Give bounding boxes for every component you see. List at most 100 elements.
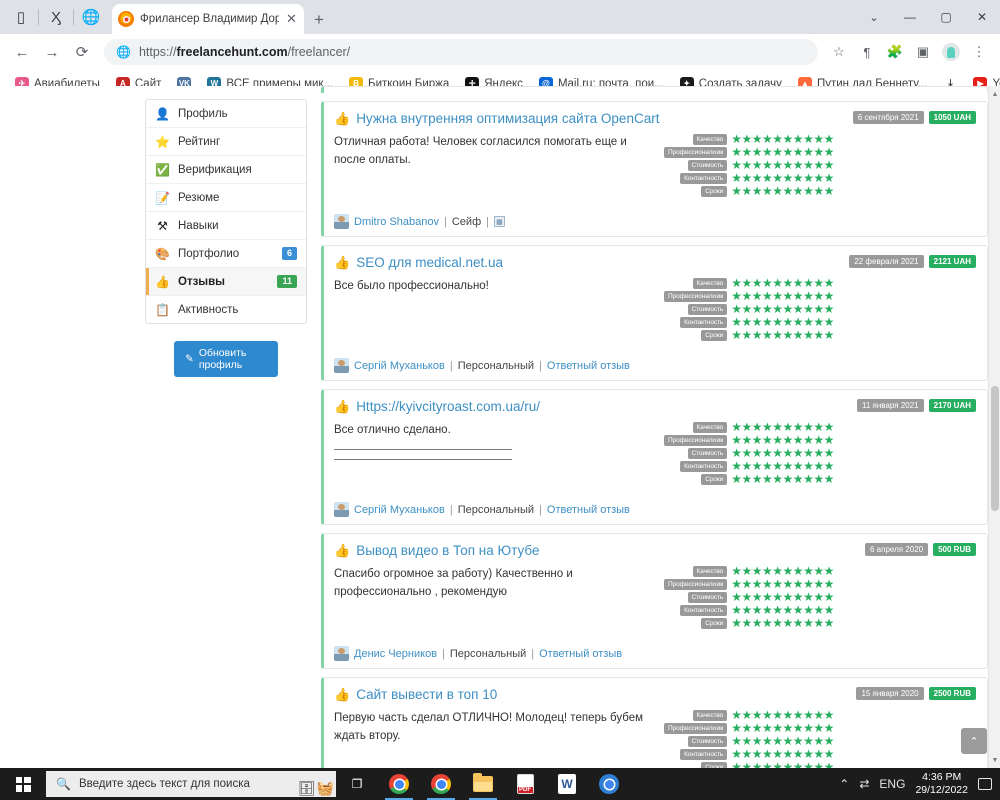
star-icon: ★ [752, 710, 762, 721]
network-icon[interactable]: ⇄ [859, 777, 869, 791]
globe-icon[interactable]: 🌐 [74, 0, 108, 34]
star-icon: ★ [824, 566, 834, 577]
rating-row: Профессионализм★★★★★★★★★★ [664, 147, 834, 158]
minimize-button[interactable]: — [892, 0, 928, 34]
taskbar-app-pdf[interactable]: PDF [504, 768, 546, 800]
sidebar-item-label: Портфолио [178, 248, 274, 260]
star-icon: ★ [772, 592, 782, 603]
reply-review-link[interactable]: Ответный отзыв [547, 360, 630, 372]
site-info-icon[interactable]: 🌐 [116, 45, 131, 59]
star-icon: ★ [783, 461, 793, 472]
taskbar-app-chrome[interactable] [378, 768, 420, 800]
star-icon: ★ [824, 474, 834, 485]
browser-tab[interactable]: Фрилансер Владимир Дорофее ✕ [112, 4, 304, 34]
page-scrollbar[interactable]: ▲ ▼ [988, 86, 1000, 768]
reload-button[interactable]: ⟳ [68, 38, 96, 66]
new-tab-button[interactable]: + [314, 10, 324, 34]
translate-icon[interactable]: ¶ [854, 39, 880, 65]
star-icon: ★ [741, 749, 751, 760]
review-body: Спасибо огромное за работу) Качественно … [334, 566, 976, 629]
sidebar-item-2[interactable]: ⭐Рейтинг [146, 128, 306, 156]
scrollbar-thumb[interactable] [991, 386, 999, 511]
rating-stars: ★★★★★★★★★★ [731, 147, 834, 158]
kebab-menu-icon[interactable]: ⋮ [966, 39, 992, 65]
taskbar-search-box[interactable]: 🔍 Введите здесь текст для поиска 🗄🧺 [46, 771, 336, 797]
sidebar-item-label: Рейтинг [178, 136, 297, 148]
sidebar-item-7[interactable]: 👍Отзывы11 [146, 268, 306, 296]
separator: | [442, 648, 445, 660]
windows-taskbar: 🔍 Введите здесь текст для поиска 🗄🧺 ❐ PD… [0, 768, 1000, 800]
start-button[interactable] [0, 768, 46, 800]
safe-icon: ▦ [494, 216, 505, 227]
star-icon: ★ [813, 173, 823, 184]
reply-review-link[interactable]: Ответный отзыв [547, 504, 630, 516]
sidebar-item-5[interactable]: ⚒Навыки [146, 212, 306, 240]
side-panel-icon[interactable]: ▣ [910, 39, 936, 65]
sidebar-item-4[interactable]: 📝Резюме [146, 184, 306, 212]
forward-button[interactable]: → [38, 38, 66, 66]
scrollbar-down-arrow[interactable]: ▼ [989, 754, 1000, 766]
scrollbar-up-arrow[interactable]: ▲ [989, 88, 1000, 100]
rating-row: Контактность★★★★★★★★★★ [680, 317, 834, 328]
sidebar-item-3[interactable]: ✅Верификация [146, 156, 306, 184]
star-icon: ★ [731, 618, 741, 629]
task-view-button[interactable]: ❐ [336, 768, 378, 800]
review-ratings: Качество★★★★★★★★★★Профессионализм★★★★★★★… [664, 278, 834, 341]
star-icon: ★ [772, 710, 782, 721]
rating-row: Качество★★★★★★★★★★ [693, 278, 834, 289]
tray-expand-icon[interactable]: ⌃ [839, 777, 849, 791]
rating-label: Стоимость [688, 736, 728, 747]
star-icon: ★ [752, 461, 762, 472]
scroll-to-top-button[interactable]: ⌃ [961, 728, 987, 754]
taskbar-app-misc[interactable] [588, 768, 630, 800]
taskbar-app-file-explorer[interactable] [462, 768, 504, 800]
review-author-link[interactable]: Сергій Муханьков [354, 360, 445, 372]
palette-icon: 🎨 [155, 246, 170, 261]
review-footer: Сергій Муханьков|Персональный|Ответный о… [334, 502, 630, 517]
thumbs-up-icon: 👍 [334, 255, 350, 270]
review-amount-badge: 2121 UAH [929, 255, 976, 268]
app-menu-icon[interactable]: ▯ [4, 0, 38, 34]
star-icon: ★ [741, 736, 751, 747]
review-text: Первую часть сделал ОТЛИЧНО! Молодец! те… [334, 710, 654, 746]
star-icon: ★ [772, 461, 782, 472]
divider [334, 449, 512, 450]
review-author-link[interactable]: Сергій Муханьков [354, 504, 445, 516]
back-button[interactable]: ← [8, 38, 36, 66]
sidebar-item-6[interactable]: 🎨Портфолио6 [146, 240, 306, 268]
close-tab-icon[interactable]: ✕ [285, 11, 298, 27]
star-icon: ★ [731, 134, 741, 145]
taskbar-app-word[interactable]: W [546, 768, 588, 800]
update-profile-label: Обновить профиль [199, 347, 267, 371]
review-author-link[interactable]: Dmitro Shabanov [354, 216, 439, 228]
review-meta: 22 февраля 20212121 UAH [849, 255, 976, 268]
update-profile-button[interactable]: ✎ Обновить профиль [174, 341, 278, 377]
star-icon: ★ [762, 461, 772, 472]
star-icon: ★ [752, 723, 762, 734]
bookmark-star-icon[interactable]: ☆ [826, 39, 852, 65]
review-ratings: Качество★★★★★★★★★★Профессионализм★★★★★★★… [664, 710, 834, 768]
review-author-link[interactable]: Денис Черников [354, 648, 437, 660]
star-icon: ★ [793, 710, 803, 721]
sidebar-item-label: Навыки [178, 220, 297, 232]
taskbar-app-chrome-beta[interactable] [420, 768, 462, 800]
sidebar-item-1[interactable]: 👤Профиль [146, 100, 306, 128]
kaspersky-icon[interactable]: Ӽ [39, 0, 73, 34]
close-window-button[interactable]: ✕ [964, 0, 1000, 34]
chevron-down-icon[interactable]: ⌄ [856, 0, 892, 34]
star-icon: ★ [772, 618, 782, 629]
language-indicator[interactable]: ENG [879, 777, 905, 791]
separator: | [539, 504, 542, 516]
notifications-icon[interactable] [978, 778, 992, 790]
star-icon: ★ [803, 435, 813, 446]
window-controls: ⌄ — ▢ ✕ [856, 0, 1000, 34]
address-bar[interactable]: 🌐 https://freelancehunt.com/freelancer/ [104, 39, 818, 65]
review-type-label: Персональный [458, 504, 534, 516]
star-icon: ★ [752, 160, 762, 171]
profile-avatar[interactable] [938, 39, 964, 65]
sidebar-item-8[interactable]: 📋Активность [146, 296, 306, 323]
reply-review-link[interactable]: Ответный отзыв [539, 648, 622, 660]
maximize-button[interactable]: ▢ [928, 0, 964, 34]
clock[interactable]: 4:36 PM 29/12/2022 [915, 771, 968, 797]
extensions-icon[interactable]: 🧩 [882, 39, 908, 65]
